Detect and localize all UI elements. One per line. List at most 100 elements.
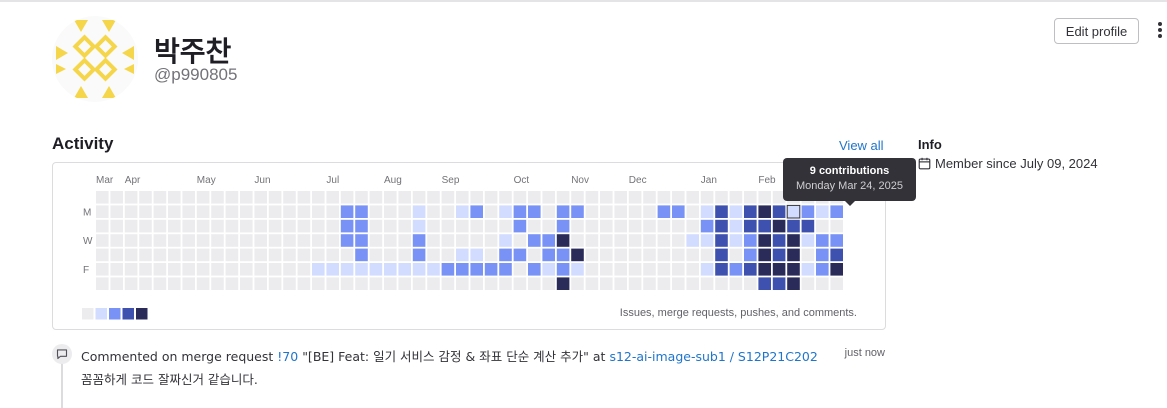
contribution-day-cell[interactable] bbox=[614, 191, 627, 204]
contribution-day-cell[interactable] bbox=[542, 205, 555, 218]
contribution-day-cell[interactable] bbox=[628, 234, 642, 247]
contribution-day-cell[interactable] bbox=[312, 234, 325, 247]
contribution-day-cell[interactable] bbox=[355, 205, 368, 218]
contribution-day-cell[interactable] bbox=[268, 263, 282, 276]
contribution-day-cell[interactable] bbox=[600, 191, 613, 204]
contribution-day-cell[interactable] bbox=[456, 248, 469, 262]
contribution-day-cell[interactable] bbox=[700, 205, 714, 218]
contribution-day-cell[interactable] bbox=[153, 277, 167, 290]
contribution-day-cell[interactable] bbox=[398, 277, 411, 290]
contribution-day-cell[interactable] bbox=[542, 263, 555, 276]
contribution-day-cell[interactable] bbox=[326, 277, 339, 290]
contribution-day-cell[interactable] bbox=[211, 234, 224, 247]
contribution-day-cell[interactable] bbox=[340, 219, 354, 233]
contribution-day-cell[interactable] bbox=[571, 219, 584, 233]
contribution-day-cell[interactable] bbox=[110, 205, 123, 218]
contribution-day-cell[interactable] bbox=[571, 263, 584, 276]
contribution-day-cell[interactable] bbox=[456, 219, 469, 233]
contribution-day-cell[interactable] bbox=[513, 277, 527, 290]
contribution-day-cell[interactable] bbox=[758, 219, 771, 233]
contribution-day-cell[interactable] bbox=[600, 248, 613, 262]
contribution-day-cell[interactable] bbox=[225, 263, 239, 276]
contribution-day-cell[interactable] bbox=[427, 263, 440, 276]
contribution-day-cell[interactable] bbox=[628, 263, 642, 276]
contribution-day-cell[interactable] bbox=[816, 234, 829, 247]
contribution-day-cell[interactable] bbox=[528, 205, 541, 218]
contribution-day-cell[interactable] bbox=[254, 205, 267, 218]
view-all-link[interactable]: View all bbox=[839, 138, 884, 153]
avatar[interactable] bbox=[52, 16, 138, 102]
contribution-day-cell[interactable] bbox=[240, 191, 253, 204]
contribution-day-cell[interactable] bbox=[628, 277, 642, 290]
contribution-day-cell[interactable] bbox=[139, 277, 152, 290]
contribution-day-cell[interactable] bbox=[571, 191, 584, 204]
contribution-day-cell[interactable] bbox=[556, 234, 570, 247]
contribution-day-cell[interactable] bbox=[744, 234, 757, 247]
contribution-day-cell[interactable] bbox=[585, 191, 599, 204]
contribution-day-cell[interactable] bbox=[110, 277, 123, 290]
contribution-day-cell[interactable] bbox=[211, 191, 224, 204]
contribution-day-cell[interactable] bbox=[196, 248, 210, 262]
contribution-day-cell[interactable] bbox=[571, 234, 584, 247]
contribution-day-cell[interactable] bbox=[801, 219, 815, 233]
contribution-day-cell[interactable] bbox=[312, 263, 325, 276]
contribution-day-cell[interactable] bbox=[254, 248, 267, 262]
contribution-day-cell[interactable] bbox=[513, 248, 527, 262]
contribution-day-cell[interactable] bbox=[830, 277, 843, 290]
contribution-day-cell[interactable] bbox=[254, 234, 267, 247]
contribution-day-cell[interactable] bbox=[513, 205, 527, 218]
contribution-day-cell[interactable] bbox=[556, 191, 570, 204]
contribution-day-cell[interactable] bbox=[657, 263, 671, 276]
contribution-day-cell[interactable] bbox=[657, 219, 671, 233]
contribution-day-cell[interactable] bbox=[369, 263, 383, 276]
contribution-day-cell[interactable] bbox=[326, 248, 339, 262]
contribution-day-cell[interactable] bbox=[326, 263, 339, 276]
contribution-day-cell[interactable] bbox=[556, 248, 570, 262]
contribution-day-cell[interactable] bbox=[182, 234, 195, 247]
contribution-day-cell[interactable] bbox=[225, 277, 239, 290]
contribution-day-cell[interactable] bbox=[528, 248, 541, 262]
contribution-day-cell[interactable] bbox=[139, 248, 152, 262]
contribution-day-cell[interactable] bbox=[628, 248, 642, 262]
contribution-day-cell[interactable] bbox=[355, 234, 368, 247]
contribution-day-cell[interactable] bbox=[643, 248, 656, 262]
contribution-day-cell[interactable] bbox=[600, 205, 613, 218]
contribution-day-cell[interactable] bbox=[384, 263, 397, 276]
contribution-day-cell[interactable] bbox=[268, 205, 282, 218]
contribution-day-cell[interactable] bbox=[801, 248, 815, 262]
contribution-day-cell[interactable] bbox=[240, 277, 253, 290]
contribution-day-cell[interactable] bbox=[196, 219, 210, 233]
contribution-day-cell[interactable] bbox=[470, 277, 483, 290]
contribution-day-cell[interactable] bbox=[384, 205, 397, 218]
contribution-day-cell[interactable] bbox=[484, 263, 498, 276]
contribution-day-cell[interactable] bbox=[657, 248, 671, 262]
contribution-day-cell[interactable] bbox=[124, 205, 138, 218]
contribution-day-cell[interactable] bbox=[744, 277, 757, 290]
contribution-day-cell[interactable] bbox=[225, 234, 239, 247]
contribution-day-cell[interactable] bbox=[744, 219, 757, 233]
contribution-day-cell[interactable] bbox=[600, 234, 613, 247]
contribution-day-cell[interactable] bbox=[499, 234, 512, 247]
contribution-day-cell[interactable] bbox=[542, 234, 555, 247]
contribution-day-cell[interactable] bbox=[830, 234, 843, 247]
contribution-day-cell[interactable] bbox=[182, 277, 195, 290]
contribution-day-cell[interactable] bbox=[542, 191, 555, 204]
contribution-day-cell[interactable] bbox=[816, 219, 829, 233]
contribution-day-cell[interactable] bbox=[643, 219, 656, 233]
contribution-day-cell[interactable] bbox=[470, 219, 483, 233]
contribution-day-cell[interactable] bbox=[830, 205, 843, 218]
contribution-day-cell[interactable] bbox=[225, 248, 239, 262]
edit-profile-button[interactable]: Edit profile bbox=[1054, 18, 1139, 44]
contribution-day-cell[interactable] bbox=[830, 263, 843, 276]
contribution-day-cell[interactable] bbox=[96, 191, 109, 204]
contribution-day-cell[interactable] bbox=[672, 219, 685, 233]
contribution-day-cell[interactable] bbox=[340, 248, 354, 262]
contribution-day-cell[interactable] bbox=[441, 205, 455, 218]
contribution-day-cell[interactable] bbox=[312, 277, 325, 290]
contribution-day-cell[interactable] bbox=[153, 234, 167, 247]
contribution-day-cell[interactable] bbox=[340, 263, 354, 276]
contribution-day-cell[interactable] bbox=[484, 205, 498, 218]
contribution-day-cell[interactable] bbox=[571, 205, 584, 218]
contribution-day-cell[interactable] bbox=[628, 191, 642, 204]
contribution-day-cell[interactable] bbox=[196, 277, 210, 290]
